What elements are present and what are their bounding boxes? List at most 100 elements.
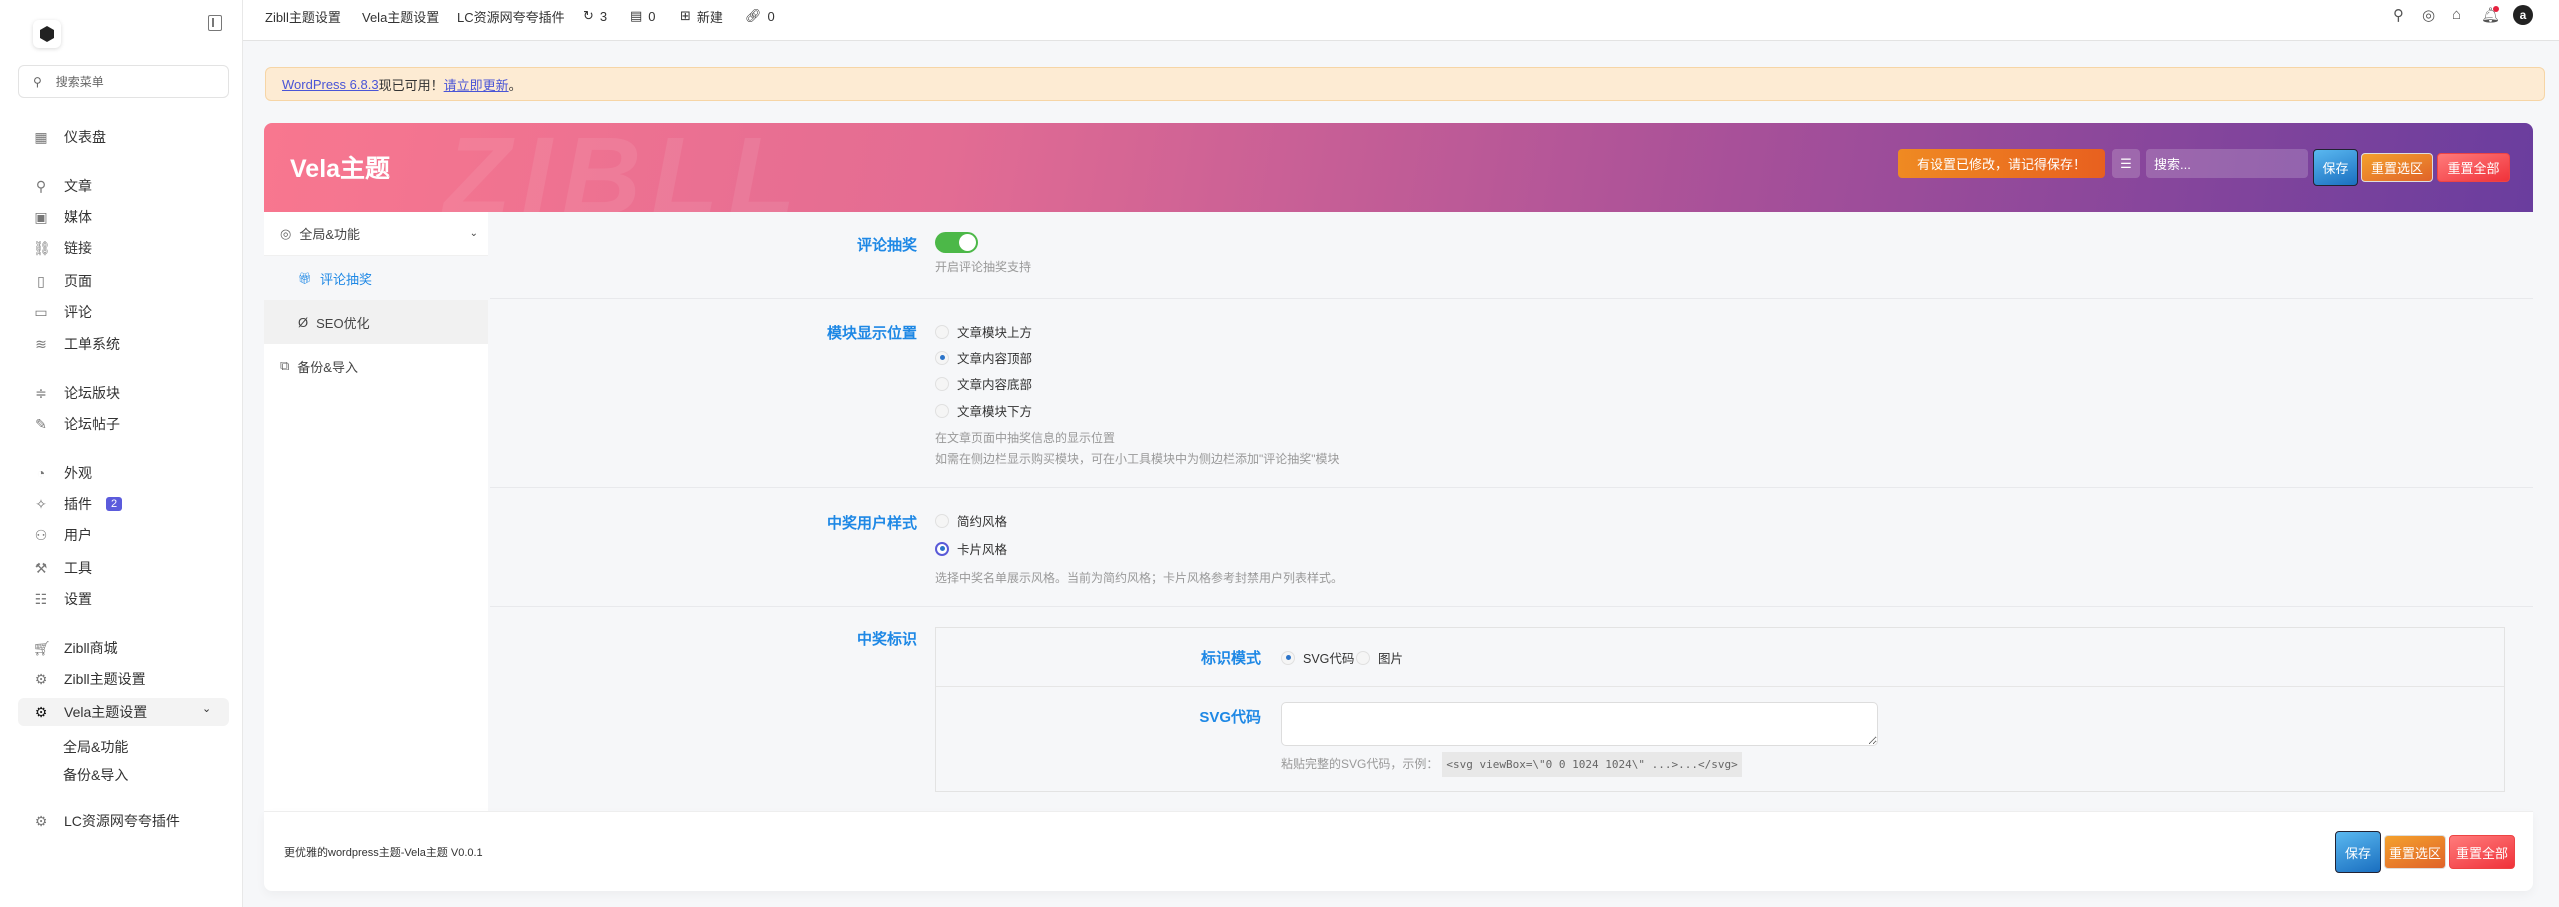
home-icon[interactable]: ⌂ bbox=[2452, 6, 2461, 23]
sidebar-item-7[interactable]: ≑ 论坛版块 bbox=[33, 381, 223, 405]
sidebar-item-label: 文章 bbox=[64, 178, 92, 194]
sidebar-item-label: 工单系统 bbox=[64, 336, 120, 352]
sidebar-item-15[interactable]: ⚙ Zibll主题设置 bbox=[33, 667, 223, 691]
sidebar-item-9[interactable]: ◔ 外观 bbox=[33, 461, 223, 485]
radio-mode-image[interactable]: 图片 bbox=[1356, 648, 1403, 667]
nav-global[interactable]: ◎ 全局&功能 ⌄ bbox=[264, 212, 488, 256]
svg-code-textarea[interactable] bbox=[1281, 702, 1878, 746]
comment-icon: ▭ bbox=[34, 303, 48, 320]
sidebar-item-2[interactable]: ▣ 媒体 bbox=[33, 205, 223, 229]
avatar[interactable]: a bbox=[2513, 5, 2533, 25]
update-now-link[interactable]: 请立即更新 bbox=[444, 75, 509, 94]
plugin-update-badge: 2 bbox=[106, 497, 123, 511]
sidebar-item-16[interactable]: ⚙ Vela主题设置 bbox=[33, 700, 223, 724]
topbar-new[interactable]: ⊞ 新建 bbox=[680, 7, 723, 25]
expand-all-icon[interactable]: ☰ bbox=[2112, 149, 2140, 178]
post-icon: ✎ bbox=[35, 415, 47, 432]
field-display-position: 模块显示位置 文章模块上方 文章内容顶部 文章内容底部 文章模块下方 在文章页面… bbox=[490, 299, 2533, 488]
sidebar-item-label: 工具 bbox=[64, 560, 92, 576]
sidebar-item-8[interactable]: ✎ 论坛帖子 bbox=[33, 412, 223, 436]
sliders-icon: ☷ bbox=[34, 590, 48, 607]
radio-position-3[interactable]: 文章模块下方 bbox=[935, 401, 1032, 420]
sidebar-item-1[interactable]: ⚲ 文章 bbox=[33, 174, 223, 198]
sidebar-item-13[interactable]: ☷ 设置 bbox=[33, 587, 223, 611]
notification-dot bbox=[2493, 6, 2499, 12]
radio-position-0[interactable]: 文章模块上方 bbox=[935, 322, 1032, 341]
settings-search-input[interactable]: 搜索... bbox=[2146, 149, 2308, 178]
chevron-down-icon: ⌄ bbox=[202, 703, 212, 715]
dashboard-icon: ▦ bbox=[34, 128, 48, 145]
sidebar-item-label: 用户 bbox=[64, 527, 92, 543]
sidebar-item-4[interactable]: ▯ 页面 bbox=[33, 269, 223, 293]
topbar-updates[interactable]: ↻ 3 bbox=[583, 7, 607, 25]
sidebar-item-11[interactable]: ⚇ 用户 bbox=[33, 523, 223, 547]
admin-sidebar: ⚲ 搜索菜单 ▦ 仪表盘 ⚲ 文章 ▣ 媒体 ⛓ 链接 ▯ 页面 ▭ 评论 ≋ 工单系统 ≑ 论坛版块 ✎ 论坛帖子… bbox=[0, 0, 243, 907]
sidebar-item-label: 插件 bbox=[64, 496, 92, 512]
svg-example-code: <svg viewBox=\"0 0 1024 1024\" ...>...</… bbox=[1442, 752, 1742, 777]
enable-lottery-toggle[interactable] bbox=[935, 232, 978, 253]
topbar-link-lc[interactable]: LC资源网夸夸插件 bbox=[457, 7, 565, 25]
nav-lottery[interactable]: 🎁︎ 评论抽奖 bbox=[264, 256, 488, 300]
radio-position-1[interactable]: 文章内容顶部 bbox=[935, 348, 1032, 367]
save-button[interactable]: 保存 bbox=[2313, 149, 2358, 186]
help-icon[interactable]: ◎ bbox=[2422, 6, 2435, 24]
sidebar-item-10[interactable]: ✧ 插件 2 bbox=[33, 492, 223, 516]
menu-search-input[interactable]: ⚲ 搜索菜单 bbox=[18, 65, 229, 98]
footer-text: 更优雅的wordpress主题-Vela主题 V0.0.1 bbox=[284, 847, 483, 859]
sidebar-item-3[interactable]: ⛓ 链接 bbox=[33, 236, 223, 260]
gear-icon: ⚙ bbox=[34, 670, 48, 687]
sidebar-item-12[interactable]: ⚒ 工具 bbox=[33, 556, 223, 580]
refresh-icon: ↻ bbox=[583, 8, 594, 23]
submenu-backup[interactable]: 备份&导入 bbox=[63, 765, 128, 785]
badge-fieldset: 标识模式 SVG代码 图片 SVG代码 粘贴完整的SVG代码，示例： <svg v… bbox=[935, 627, 2505, 792]
footer-save-button[interactable]: 保存 bbox=[2335, 831, 2381, 873]
palette-icon: ◔ bbox=[36, 465, 46, 481]
sidebar-item-label: 设置 bbox=[64, 591, 92, 607]
field-enable-lottery: 评论抽奖 开启评论抽奖支持 bbox=[490, 212, 2533, 299]
sidebar-item-label: 仪表盘 bbox=[64, 129, 106, 145]
sidebar-item-14[interactable]: 🛒︎ Zibll商城 bbox=[33, 636, 223, 660]
panel-footer: 更优雅的wordpress主题-Vela主题 V0.0.1 bbox=[264, 811, 2533, 891]
radio-mode-svg[interactable]: SVG代码 bbox=[1281, 648, 1354, 667]
sidebar-item-6[interactable]: ≋ 工单系统 bbox=[33, 332, 223, 356]
radio-style-simple[interactable]: 简约风格 bbox=[935, 511, 1007, 530]
sidebar-item-17[interactable]: ⚙ LC资源网夸夸插件 bbox=[33, 809, 223, 833]
sidebar-item-label: 链接 bbox=[64, 240, 92, 256]
users-icon: ⚇ bbox=[34, 526, 48, 543]
sidebar-item-label: 论坛帖子 bbox=[64, 416, 120, 432]
sidebar-item-label: 外观 bbox=[64, 465, 92, 481]
footer-reset-all-button[interactable]: 重置全部 bbox=[2449, 835, 2515, 869]
topbar-link-zibll[interactable]: Zibll主题设置 bbox=[265, 7, 341, 25]
reset-all-button[interactable]: 重置全部 bbox=[2437, 153, 2510, 182]
plus-square-icon: ⊞ bbox=[680, 8, 691, 23]
link-icon: 🔗︎ bbox=[745, 8, 762, 23]
collapse-sidebar-icon[interactable] bbox=[208, 15, 222, 31]
topbar-link-vela[interactable]: Vela主题设置 bbox=[362, 7, 439, 25]
ticket-icon: ≋ bbox=[35, 335, 47, 352]
radio-position-2[interactable]: 文章内容底部 bbox=[935, 374, 1032, 393]
sidebar-item-label: 页面 bbox=[64, 273, 92, 289]
forum-icon: ≑ bbox=[35, 384, 47, 401]
nav-backup[interactable]: ⧉ 备份&导入 bbox=[264, 344, 488, 388]
nav-seo[interactable]: Ø SEO优化 bbox=[264, 300, 488, 344]
seo-icon: Ø bbox=[298, 314, 309, 330]
wordpress-version-link[interactable]: WordPress 6.8.3 bbox=[282, 77, 379, 92]
target-icon: ◎ bbox=[280, 225, 292, 241]
submenu-global[interactable]: 全局&功能 bbox=[63, 737, 128, 757]
radio-style-card[interactable]: 卡片风格 bbox=[935, 539, 1007, 558]
media-icon: ▣ bbox=[34, 208, 48, 225]
topbar-links[interactable]: 🔗︎ 0 bbox=[745, 7, 775, 25]
gear-icon: ⚙ bbox=[34, 703, 48, 720]
wrench-icon: ⚒ bbox=[34, 559, 48, 576]
sidebar-item-label: Zibll主题设置 bbox=[64, 671, 146, 687]
topbar-comments[interactable]: ▤ 0 bbox=[630, 7, 656, 25]
site-logo[interactable] bbox=[33, 20, 61, 48]
sidebar-item-5[interactable]: ▭ 评论 bbox=[33, 300, 223, 324]
sidebar-item-0[interactable]: ▦ 仪表盘 bbox=[33, 125, 223, 149]
sidebar-item-label: Zibll商城 bbox=[64, 640, 118, 656]
gift-icon: 🎁︎ bbox=[298, 272, 312, 285]
footer-reset-section-button[interactable]: 重置选区 bbox=[2384, 835, 2446, 869]
reset-section-button[interactable]: 重置选区 bbox=[2361, 153, 2433, 182]
copy-icon: ⧉ bbox=[280, 358, 290, 373]
search-icon[interactable]: ⚲ bbox=[2393, 6, 2404, 24]
